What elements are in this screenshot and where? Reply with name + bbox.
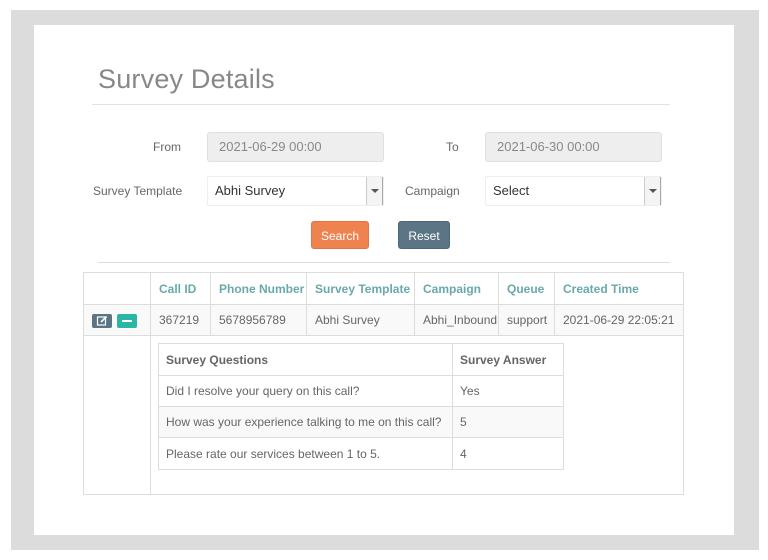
campaign-select[interactable]: Select [485, 176, 662, 206]
cell-survey-template: Abhi Survey [306, 305, 414, 335]
to-date-input[interactable]: 2021-06-30 00:00 [485, 132, 662, 162]
survey-question: Did I resolve your query on this call? [166, 384, 360, 398]
column-header[interactable]: Campaign [414, 273, 498, 304]
chevron-down-icon[interactable] [366, 177, 383, 205]
survey-question: How was your experience talking to me on… [166, 415, 442, 429]
to-label: To [446, 140, 459, 154]
column-header[interactable]: Queue [498, 273, 554, 304]
survey-answer: 4 [452, 438, 563, 469]
cell-queue: support [498, 305, 554, 335]
reset-button[interactable]: Reset [398, 221, 450, 249]
column-header[interactable]: Call ID [150, 273, 210, 304]
column-header[interactable]: Created Time [554, 273, 683, 304]
from-date-input[interactable]: 2021-06-29 00:00 [207, 132, 384, 162]
survey-template-select[interactable]: Abhi Survey [207, 176, 384, 206]
cell-phone-number: 5678956789 [210, 305, 306, 335]
survey-template-value: Abhi Survey [215, 183, 286, 198]
page-title: Survey Details [98, 64, 275, 94]
table-row: 367219 5678956789 Abhi Survey Abhi_Inbou… [84, 305, 683, 336]
survey-answer: Yes [452, 376, 563, 406]
survey-template-label: Survey Template [93, 184, 183, 198]
campaign-label: Campaign [405, 184, 460, 198]
survey-row: How was your experience talking to me on… [159, 407, 563, 438]
cell-call-id: 367219 [150, 305, 210, 335]
column-divider [150, 273, 151, 494]
survey-row: Please rate our services between 1 to 5.… [159, 438, 563, 469]
cell-campaign: Abhi_Inbound [414, 305, 498, 335]
cell-created-time: 2021-06-29 22:05:21 [554, 305, 683, 335]
survey-question: Please rate our services between 1 to 5. [166, 446, 381, 461]
survey-header-row: Survey Questions Survey Answer [159, 344, 563, 376]
edit-icon[interactable] [92, 314, 112, 328]
chevron-down-icon[interactable] [644, 177, 661, 205]
survey-answers-table: Survey Questions Survey Answer Did I res… [158, 343, 564, 470]
column-header[interactable]: Survey Template [306, 273, 414, 304]
survey-answer: 5 [452, 407, 563, 437]
survey-answer-header: Survey Answer [452, 344, 563, 375]
search-button[interactable]: Search [311, 221, 369, 249]
survey-questions-header: Survey Questions [166, 352, 269, 367]
survey-row: Did I resolve your query on this call? Y… [159, 376, 563, 407]
from-label: From [153, 140, 181, 154]
collapse-minus-icon[interactable] [117, 314, 137, 328]
title-divider [92, 104, 670, 105]
table-header-row: Call ID Phone Number Survey Template Cam… [84, 273, 683, 305]
column-header[interactable]: Phone Number [210, 273, 306, 304]
campaign-value: Select [493, 183, 530, 198]
form-divider [98, 262, 670, 263]
